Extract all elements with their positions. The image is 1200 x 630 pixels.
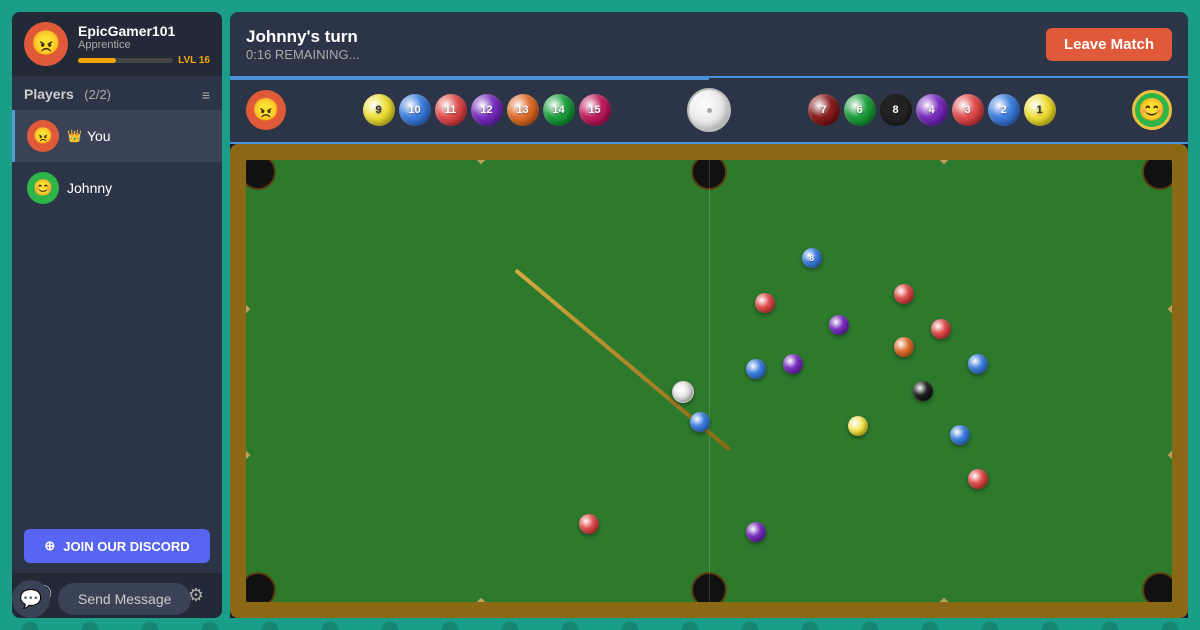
player-item-johnny[interactable]: 😊 Johnny <box>12 162 222 214</box>
pocket-bottom-right <box>1142 572 1178 608</box>
ball-14: 14 <box>543 94 575 126</box>
tray-balls-stripes: 9 10 11 12 13 14 15 <box>363 94 611 126</box>
game-area: Johnny's turn 0:16 REMAINING... Leave Ma… <box>230 12 1188 618</box>
ball-tray: 😠 9 10 11 12 13 14 15 7 <box>230 76 1188 144</box>
table-ball-b13 <box>579 514 599 534</box>
table-ball-b7 <box>894 337 914 357</box>
table-ball-b16 <box>968 469 988 489</box>
xp-bar-container: LVL 16 <box>78 55 210 66</box>
table-ball-b4 <box>894 284 914 304</box>
table-ball-b3 <box>829 315 849 335</box>
player-list: 😠 👑 You 😊 Johnny <box>12 110 222 519</box>
table-ball-b11 <box>848 416 868 436</box>
ball-13: 13 <box>507 94 539 126</box>
level-label: LVL 16 <box>178 55 210 66</box>
diamond-l1 <box>242 305 250 313</box>
username: EpicGamer101 <box>78 23 210 39</box>
tray-balls-solids: 7 6 8 4 3 2 1 <box>808 94 1056 126</box>
leave-match-button[interactable]: Leave Match <box>1046 28 1172 61</box>
tray-avatar-right: 😊 <box>1132 90 1172 130</box>
send-message-area: 💬 Send Message <box>12 580 191 618</box>
table-ball-b9 <box>968 354 988 374</box>
players-count: (2/2) <box>84 87 111 102</box>
pool-table[interactable]: 8 <box>230 144 1188 618</box>
players-title: Players <box>24 86 74 102</box>
sidebar: 😠 EpicGamer101 Apprentice LVL 16 Players… <box>12 12 222 618</box>
ball-15: 15 <box>579 94 611 126</box>
ball-9: 9 <box>363 94 395 126</box>
ball-10: 10 <box>399 94 431 126</box>
ball-2: 2 <box>988 94 1020 126</box>
table-ball-b15 <box>950 425 970 445</box>
xp-bar-bg <box>78 58 173 63</box>
table-ball-b2 <box>755 293 775 313</box>
ball-6: 6 <box>844 94 876 126</box>
user-avatar: 😠 <box>24 22 68 66</box>
ball-11: 11 <box>435 94 467 126</box>
discord-label: JOIN OUR DISCORD <box>63 539 189 554</box>
user-header: 😠 EpicGamer101 Apprentice LVL 16 <box>12 12 222 76</box>
table-ball-b10 <box>913 381 933 401</box>
diamond-b2 <box>939 598 947 606</box>
felt: 8 <box>246 160 1172 602</box>
diamond-b1 <box>476 598 484 606</box>
pocket-top-right <box>1142 154 1178 190</box>
crown-icon: 👑 <box>67 129 82 143</box>
diamond-t2 <box>939 156 947 164</box>
center-line <box>709 160 710 602</box>
ball-3: 3 <box>952 94 984 126</box>
diamond-t1 <box>476 156 484 164</box>
ball-1: 1 <box>1024 94 1056 126</box>
top-bar: Johnny's turn 0:16 REMAINING... Leave Ma… <box>230 12 1188 76</box>
game-content: 😠 9 10 11 12 13 14 15 7 <box>230 76 1188 618</box>
player-avatar-johnny: 😊 <box>27 172 59 204</box>
user-rank: Apprentice <box>78 39 210 51</box>
pool-table-wrapper: 8 <box>230 144 1188 618</box>
xp-bar-fill <box>78 58 116 63</box>
diamond-r2 <box>1168 450 1176 458</box>
table-ball-b6 <box>783 354 803 374</box>
ball-12: 12 <box>471 94 503 126</box>
cue-ball-tray <box>687 88 731 132</box>
ball-4: 4 <box>916 94 948 126</box>
table-ball-b1: 8 <box>802 248 822 268</box>
table-ball-b8 <box>931 319 951 339</box>
table-ball-b14 <box>746 522 766 542</box>
pocket-top-left <box>240 154 276 190</box>
chat-avatar-icon: 💬 <box>12 580 50 618</box>
filter-icon[interactable]: ≡ <box>202 87 210 103</box>
discord-icon: ⊕ <box>44 538 55 554</box>
ball-8: 8 <box>880 94 912 126</box>
cue-ball-dot <box>707 108 712 113</box>
turn-timer: 0:16 REMAINING... <box>246 47 359 62</box>
user-info: EpicGamer101 Apprentice LVL 16 <box>78 23 210 66</box>
players-section-header: Players (2/2) ≡ <box>12 76 222 110</box>
player-item-you[interactable]: 😠 👑 You <box>12 110 222 162</box>
turn-info: Johnny's turn 0:16 REMAINING... <box>246 27 359 62</box>
discord-button[interactable]: ⊕ JOIN OUR DISCORD <box>24 529 210 563</box>
diamond-l2 <box>242 450 250 458</box>
table-cue-ball <box>672 381 694 403</box>
player-avatar-you: 😠 <box>27 120 59 152</box>
tray-avatar-left: 😠 <box>246 90 286 130</box>
ball-7: 7 <box>808 94 840 126</box>
player-name-you: You <box>87 128 111 144</box>
pocket-bottom-left <box>240 572 276 608</box>
send-message-button[interactable]: Send Message <box>58 583 191 615</box>
player-name-johnny: Johnny <box>67 180 112 196</box>
table-ball-b5 <box>746 359 766 379</box>
turn-name: Johnny's turn <box>246 27 359 47</box>
main-container: 😠 EpicGamer101 Apprentice LVL 16 Players… <box>12 12 1188 618</box>
diamond-r1 <box>1168 305 1176 313</box>
